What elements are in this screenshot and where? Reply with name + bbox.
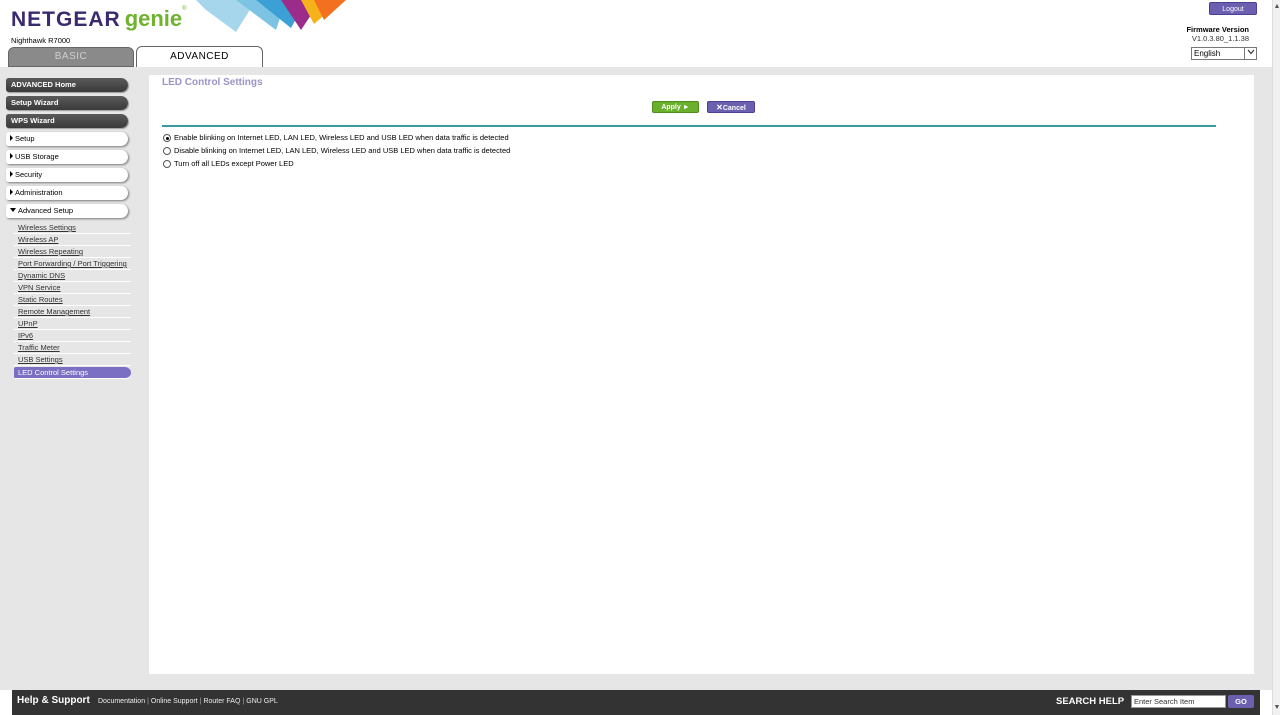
cancel-button[interactable]: ✕Cancel bbox=[707, 101, 755, 113]
triangle-right-icon bbox=[10, 153, 13, 159]
page-title: LED Control Settings bbox=[162, 77, 263, 88]
radio-turn-off-leds[interactable] bbox=[163, 160, 171, 168]
footer: Help & Support Documentation | Online Supp… bbox=[12, 690, 1260, 715]
trademark: ® bbox=[182, 6, 187, 12]
router-model: Nighthawk R7000 bbox=[11, 36, 71, 45]
triangle-right-icon bbox=[10, 171, 13, 177]
header: NETGEAR genie® Nighthawk R7000 BASIC ADVA… bbox=[0, 0, 1272, 68]
triangle-right-icon bbox=[10, 189, 13, 195]
divider bbox=[162, 125, 1216, 127]
sidebar-section-administration[interactable]: Administration bbox=[6, 186, 128, 200]
netgear-genie-logo: NETGEAR genie® bbox=[11, 6, 187, 32]
submenu-port-forwarding[interactable]: Port Forwarding / Port Triggering bbox=[14, 258, 131, 270]
tab-advanced[interactable]: ADVANCED bbox=[136, 46, 263, 68]
link-gnu-gpl[interactable]: GNU GPL bbox=[246, 698, 278, 705]
option-enable-blinking[interactable]: Enable blinking on Internet LED, LAN LED… bbox=[163, 133, 509, 143]
option-label: Turn off all LEDs except Power LED bbox=[174, 159, 294, 168]
option-turn-off-leds[interactable]: Turn off all LEDs except Power LED bbox=[163, 159, 294, 169]
separator: | bbox=[147, 698, 149, 705]
submenu-ipv6[interactable]: IPv6 bbox=[14, 330, 131, 342]
submenu-static-routes[interactable]: Static Routes bbox=[14, 294, 131, 306]
sidebar-section-security[interactable]: Security bbox=[6, 168, 128, 182]
sidebar-section-usb-storage[interactable]: USB Storage bbox=[6, 150, 128, 164]
sidebar-section-label: Setup bbox=[15, 134, 35, 143]
brand-name: NETGEAR bbox=[11, 8, 121, 31]
apply-button[interactable]: Apply ► bbox=[652, 101, 699, 113]
submenu-dynamic-dns[interactable]: Dynamic DNS bbox=[14, 270, 131, 282]
sidebar-advanced-home[interactable]: ADVANCED Home bbox=[6, 78, 128, 92]
submenu-traffic-meter[interactable]: Traffic Meter bbox=[14, 342, 131, 354]
submenu-wireless-settings[interactable]: Wireless Settings bbox=[14, 222, 131, 234]
help-support-title: Help & Support bbox=[17, 695, 90, 706]
scroll-up-icon[interactable]: ▲ bbox=[1273, 2, 1280, 12]
advanced-setup-submenu: Wireless Settings Wireless AP Wireless R… bbox=[14, 222, 131, 379]
sidebar-section-label: USB Storage bbox=[15, 152, 59, 161]
search-input[interactable] bbox=[1131, 695, 1226, 708]
genie-name: genie bbox=[124, 6, 183, 31]
close-icon: ✕ bbox=[716, 103, 723, 112]
banner-graphic bbox=[196, 0, 346, 32]
submenu-wireless-ap[interactable]: Wireless AP bbox=[14, 234, 131, 246]
tab-basic[interactable]: BASIC bbox=[8, 47, 134, 67]
scrollbar[interactable]: ▲ ▼ bbox=[1272, 0, 1280, 715]
option-disable-blinking[interactable]: Disable blinking on Internet LED, LAN LE… bbox=[163, 146, 510, 156]
submenu-remote-management[interactable]: Remote Management bbox=[14, 306, 131, 318]
scroll-down-icon[interactable]: ▼ bbox=[1273, 703, 1280, 713]
submenu-wireless-repeating[interactable]: Wireless Repeating bbox=[14, 246, 131, 258]
language-select[interactable]: English bbox=[1191, 47, 1257, 60]
sidebar-section-label: Administration bbox=[15, 188, 63, 197]
main-panel: LED Control Settings Apply ► ✕Cancel Ena… bbox=[149, 75, 1254, 674]
triangle-right-icon bbox=[10, 135, 13, 141]
submenu-usb-settings[interactable]: USB Settings bbox=[14, 354, 131, 366]
go-button[interactable]: GO bbox=[1228, 695, 1254, 708]
submenu-led-control-settings[interactable]: LED Control Settings bbox=[14, 367, 131, 379]
sidebar-section-label: Advanced Setup bbox=[18, 206, 74, 215]
sidebar-section-label: Security bbox=[15, 170, 43, 179]
radio-disable-blinking[interactable] bbox=[163, 147, 171, 155]
option-label: Disable blinking on Internet LED, LAN LE… bbox=[174, 146, 511, 155]
sidebar-section-advanced-setup[interactable]: Advanced Setup bbox=[6, 204, 128, 218]
sidebar: ADVANCED Home Setup Wizard WPS Wizard Se… bbox=[6, 78, 132, 379]
link-router-faq[interactable]: Router FAQ bbox=[203, 698, 240, 705]
radio-enable-blinking[interactable] bbox=[163, 134, 171, 142]
sidebar-setup-wizard[interactable]: Setup Wizard bbox=[6, 96, 128, 110]
logout-button[interactable]: Logout bbox=[1209, 2, 1257, 15]
submenu-upnp[interactable]: UPnP bbox=[14, 318, 131, 330]
firmware-label: Firmware Version bbox=[1186, 25, 1249, 34]
option-label: Enable blinking on Internet LED, LAN LED… bbox=[174, 133, 509, 142]
language-value: English bbox=[1194, 49, 1221, 58]
submenu-vpn-service[interactable]: VPN Service bbox=[14, 282, 131, 294]
footer-links: Documentation | Online Support | Router FAQ |… bbox=[98, 698, 278, 705]
firmware-version: V1.0.3.80_1.1.38 bbox=[1191, 34, 1249, 43]
link-documentation[interactable]: Documentation bbox=[98, 698, 145, 705]
separator: | bbox=[199, 698, 202, 705]
triangle-down-icon bbox=[10, 208, 16, 212]
link-online-support[interactable]: Online Support bbox=[151, 698, 198, 705]
chevron-down-icon bbox=[1244, 48, 1256, 59]
sidebar-section-setup[interactable]: Setup bbox=[6, 132, 128, 146]
separator: | bbox=[242, 698, 245, 705]
sidebar-wps-wizard[interactable]: WPS Wizard bbox=[6, 114, 128, 128]
cancel-label: Cancel bbox=[722, 105, 746, 112]
search-help-label: SEARCH HELP bbox=[1056, 696, 1125, 707]
